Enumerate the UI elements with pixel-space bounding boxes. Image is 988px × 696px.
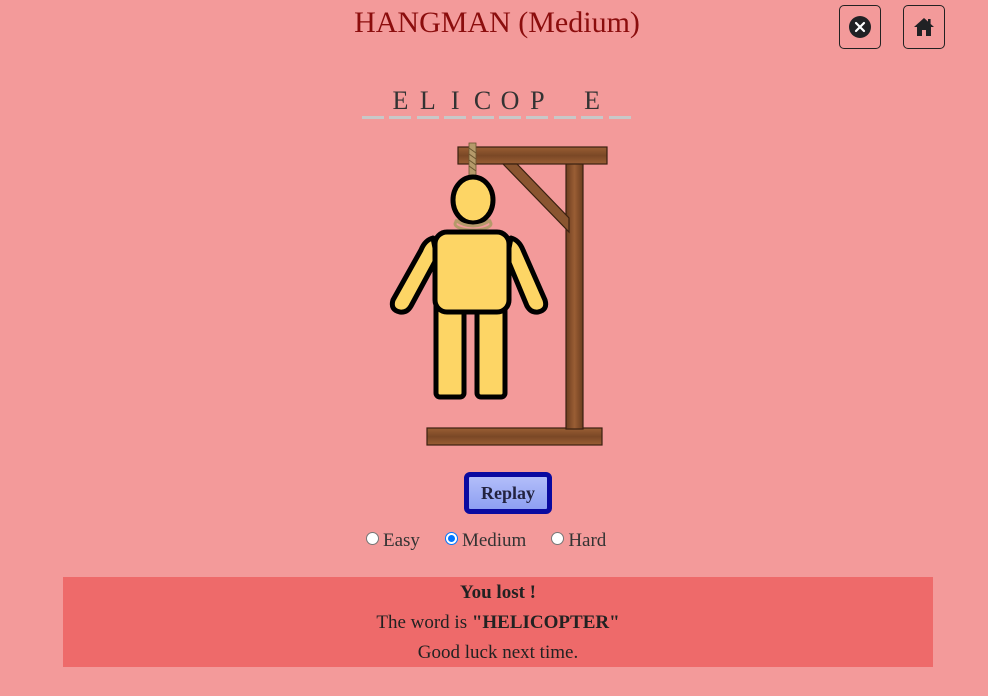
rope — [468, 142, 477, 177]
gallows-post — [565, 161, 584, 430]
letter-slot: P — [526, 86, 549, 119]
gallows-beam — [457, 146, 608, 165]
result-word-line: The word is "HELICOPTER" — [63, 611, 933, 641]
gallows-brace — [501, 163, 570, 234]
medium-radio[interactable] — [444, 531, 458, 545]
easy-label: Easy — [383, 530, 420, 551]
close-circle-icon — [849, 16, 871, 38]
letter-slot: I — [444, 86, 467, 119]
difficulty-hard[interactable]: Hard — [551, 530, 606, 552]
close-button[interactable] — [839, 5, 881, 49]
letter-slot: O — [498, 86, 521, 119]
hard-radio[interactable] — [551, 531, 565, 545]
letter-slot: E — [389, 86, 412, 119]
word-display: E L I C O P E — [362, 86, 636, 119]
letter-slot: L — [416, 86, 439, 119]
left-arm — [389, 235, 440, 315]
result-word: "HELICOPTER" — [471, 612, 620, 633]
difficulty-easy[interactable]: Easy — [366, 530, 420, 552]
result-word-prefix: The word is — [376, 612, 468, 633]
result-panel: You lost ! The word is "HELICOPTER" Good… — [63, 577, 933, 667]
medium-label: Medium — [461, 530, 527, 551]
letter-slot: C — [471, 86, 494, 119]
gallows-base — [426, 427, 603, 446]
right-leg — [474, 299, 508, 400]
easy-radio[interactable] — [366, 531, 379, 545]
head — [450, 174, 496, 226]
home-button[interactable] — [903, 5, 945, 49]
home-icon — [914, 18, 934, 36]
difficulty-selector: Easy Medium Hard — [366, 530, 631, 552]
result-status: You lost ! — [459, 582, 536, 603]
hangman-drawing — [389, 142, 608, 446]
left-leg — [433, 299, 467, 400]
result-message: Good luck next time. — [417, 642, 579, 663]
letter-slot — [553, 86, 576, 119]
letter-slot: E — [581, 86, 604, 119]
hard-label: Hard — [568, 530, 607, 551]
letter-slot — [362, 86, 384, 119]
difficulty-medium[interactable]: Medium — [444, 530, 527, 552]
replay-button[interactable]: Replay — [464, 472, 552, 514]
right-arm — [504, 235, 549, 315]
letter-slot — [608, 86, 631, 119]
body — [432, 229, 512, 315]
